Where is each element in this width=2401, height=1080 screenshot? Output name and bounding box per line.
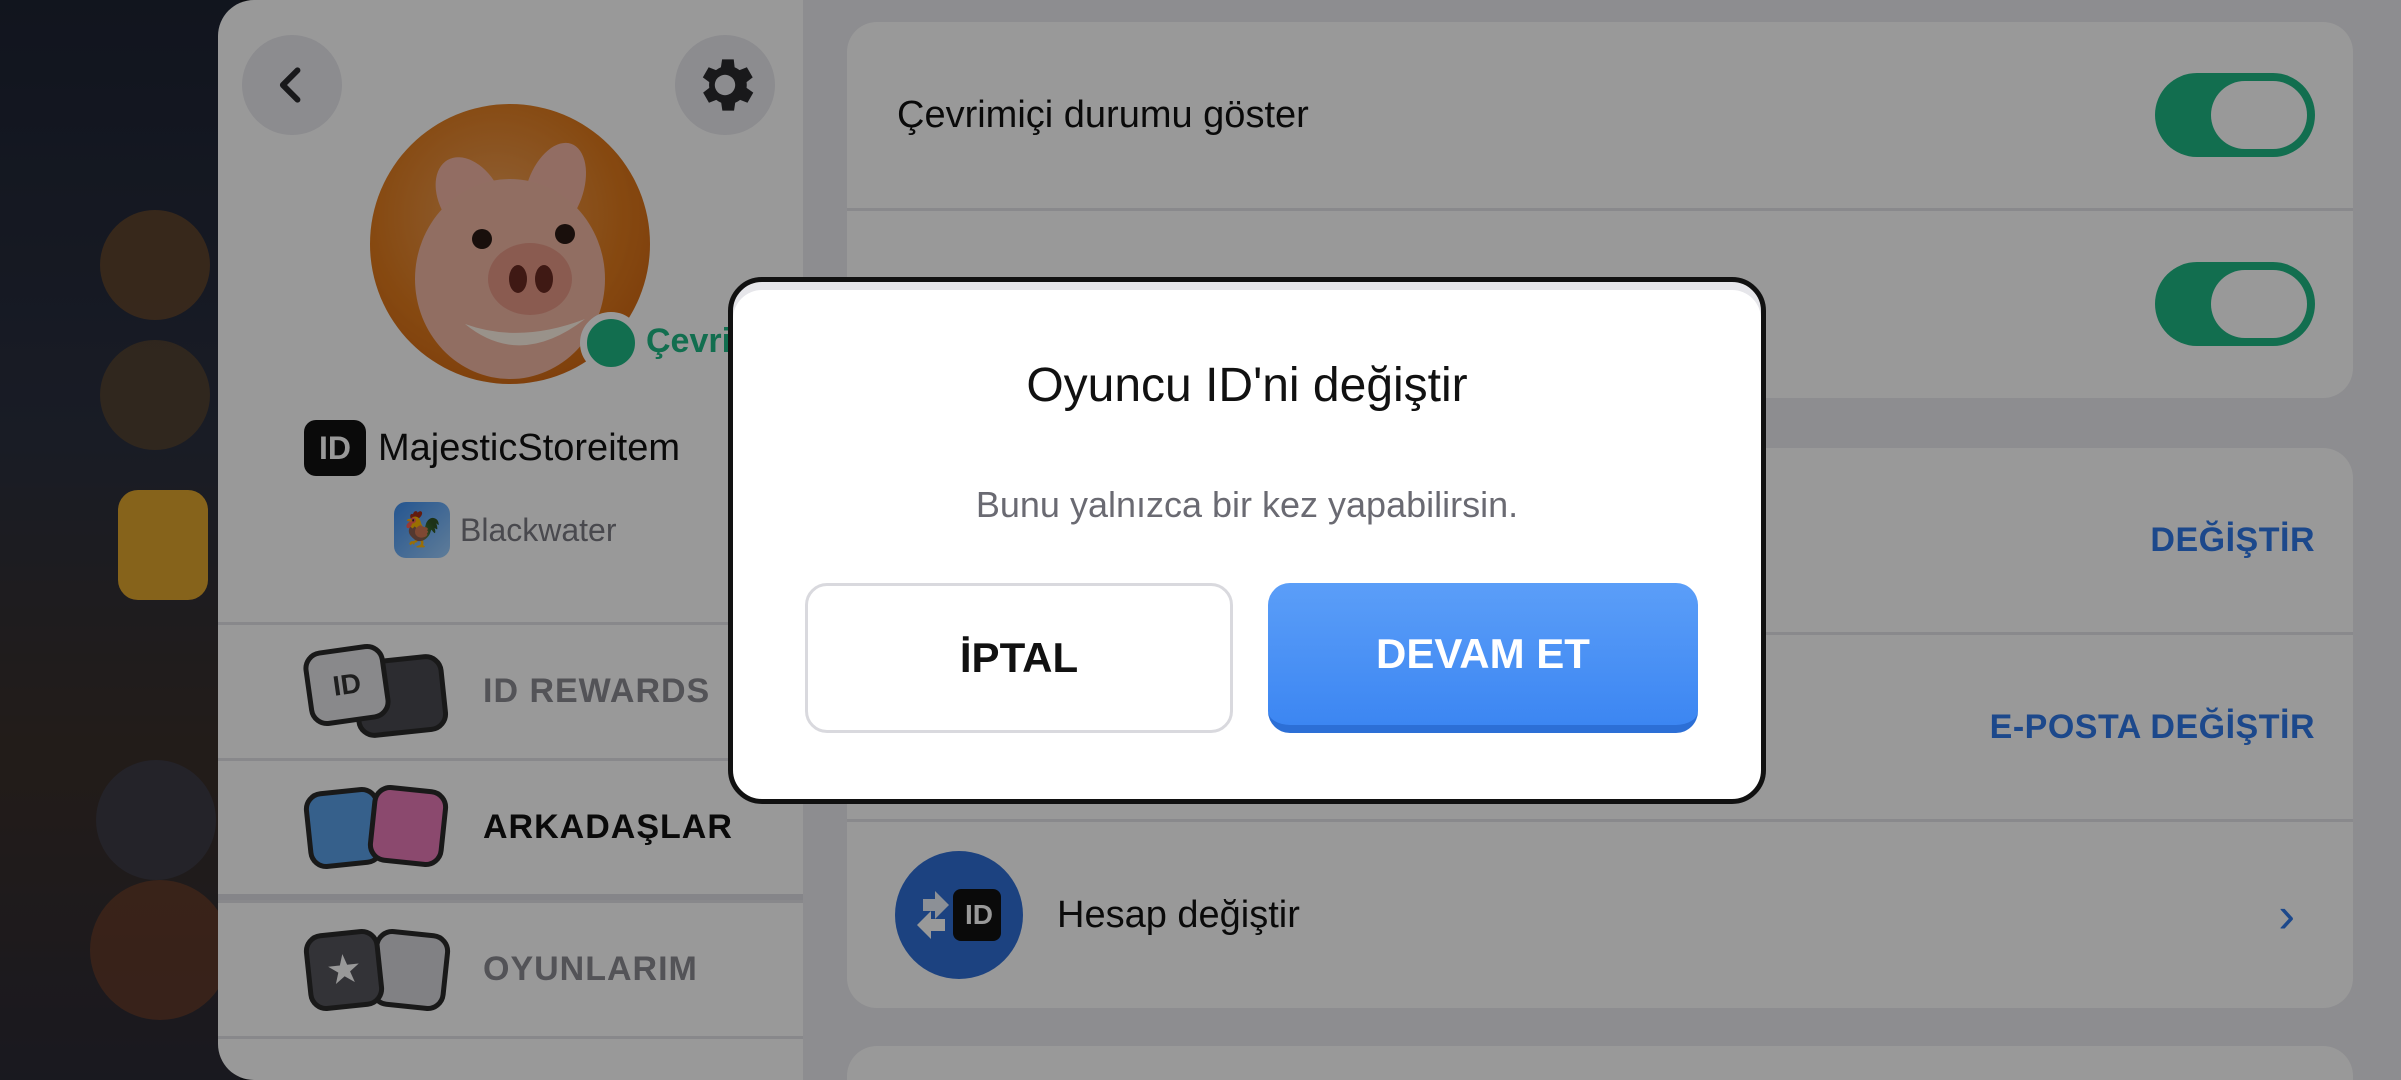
dialog-subtitle: Bunu yalnızca bir kez yapabilirsin.: [975, 484, 1519, 525]
cancel-button[interactable]: İPTAL: [805, 583, 1233, 733]
dialog-title: Oyuncu ID'ni değiştir: [1026, 359, 1468, 412]
change-id-dialog: Oyuncu ID'ni değiştir Bunu yalnızca bir …: [728, 277, 1766, 804]
continue-button[interactable]: DEVAM ET: [1268, 583, 1698, 733]
